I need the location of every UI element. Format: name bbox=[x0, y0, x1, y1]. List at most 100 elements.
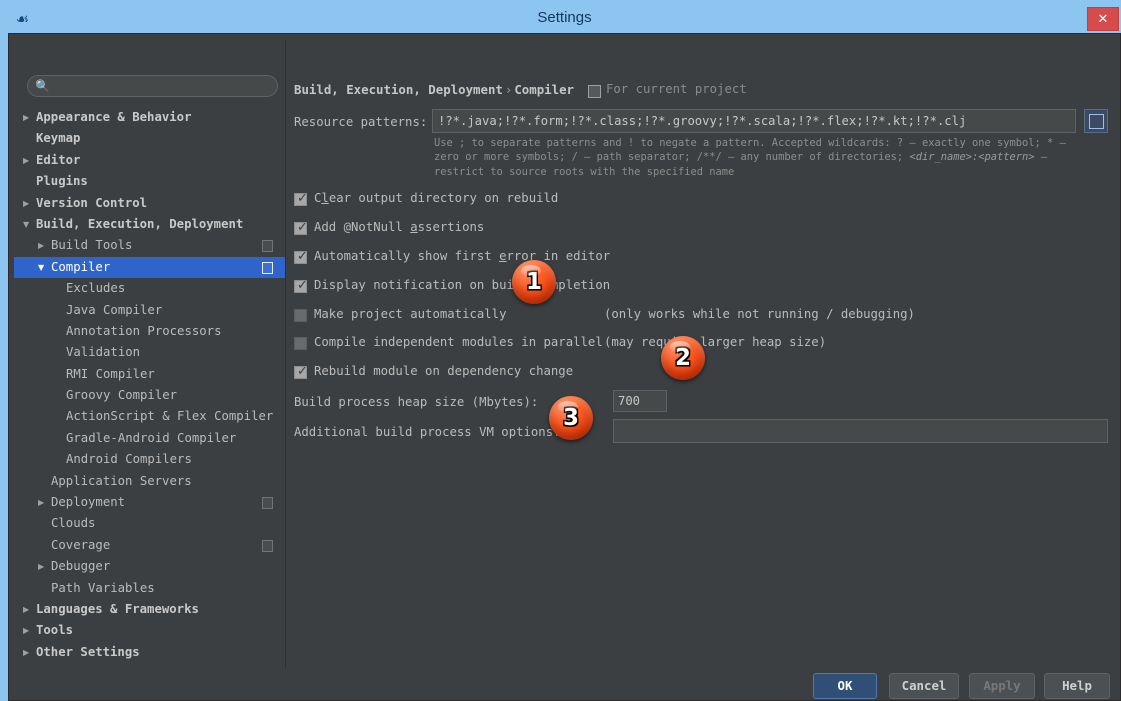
resource-patterns-label: Resource patterns: bbox=[294, 115, 427, 129]
sidebar-item-compiler[interactable]: ▼Compiler bbox=[14, 257, 285, 278]
sidebar-item-deployment[interactable]: ▶Deployment bbox=[14, 492, 285, 513]
chevron-right-icon[interactable]: ▶ bbox=[23, 156, 33, 166]
sidebar-item-label: RMI Compiler bbox=[66, 364, 155, 385]
sidebar-item-application-servers[interactable]: Application Servers bbox=[14, 471, 285, 492]
sidebar-item-label: Coverage bbox=[51, 535, 110, 556]
sidebar-item-build-tools[interactable]: ▶Build Tools bbox=[14, 235, 285, 256]
checkbox-note: (may require larger heap size) bbox=[604, 335, 826, 349]
help-button[interactable]: Help bbox=[1044, 673, 1110, 699]
annotation-badge-number: 1 bbox=[512, 260, 556, 304]
checkbox-checked-icon[interactable]: ✓ bbox=[294, 222, 307, 235]
chevron-down-icon[interactable]: ▼ bbox=[38, 263, 48, 273]
sidebar-item-appearance-behavior[interactable]: ▶Appearance & Behavior bbox=[14, 107, 285, 128]
breadcrumb-leaf: Compiler bbox=[514, 82, 574, 97]
sidebar-item-java-compiler[interactable]: Java Compiler bbox=[14, 300, 285, 321]
checkbox-label: Clear output directory on rebuild bbox=[314, 191, 558, 205]
sidebar-item-label: ActionScript & Flex Compiler bbox=[66, 406, 273, 427]
checkbox-label: Automatically show first error in editor bbox=[314, 249, 610, 263]
sidebar-item-android-compilers[interactable]: Android Compilers bbox=[14, 449, 285, 470]
sidebar-item-label: Tools bbox=[36, 620, 73, 641]
annotation-badge-1: 1 bbox=[512, 260, 556, 304]
sidebar-item-gradle-android-compiler[interactable]: Gradle-Android Compiler bbox=[14, 428, 285, 449]
heap-size-input[interactable] bbox=[613, 390, 667, 412]
sidebar-item-label: Version Control bbox=[36, 193, 147, 214]
chevron-right-icon[interactable]: ▶ bbox=[38, 241, 48, 251]
sidebar-item-validation[interactable]: Validation bbox=[14, 342, 285, 363]
apply-button: Apply bbox=[969, 673, 1035, 699]
hint-text-italic: <dir_name>:<pattern> bbox=[909, 151, 1034, 163]
resource-patterns-hint: Use ; to separate patterns and ! to nega… bbox=[434, 136, 1094, 179]
search-box[interactable]: 🔍 bbox=[27, 75, 278, 97]
sidebar-item-plugins[interactable]: Plugins bbox=[14, 171, 285, 192]
sidebar-item-label: Annotation Processors bbox=[66, 321, 221, 342]
project-scope-icon bbox=[261, 261, 273, 273]
sidebar-item-debugger[interactable]: ▶Debugger bbox=[14, 556, 285, 577]
chevron-right-icon[interactable]: ▶ bbox=[23, 199, 33, 209]
vm-options-label: Additional build process VM options: bbox=[294, 425, 561, 439]
sidebar-item-label: Application Servers bbox=[51, 471, 192, 492]
vm-options-input[interactable] bbox=[613, 419, 1108, 443]
sidebar-item-label: Excludes bbox=[66, 278, 125, 299]
sidebar-item-label: Other Settings bbox=[36, 642, 140, 663]
sidebar-item-path-variables[interactable]: Path Variables bbox=[14, 578, 285, 599]
chevron-right-icon[interactable]: ▶ bbox=[23, 113, 33, 123]
checkbox-checked-icon[interactable]: ✓ bbox=[294, 193, 307, 206]
resource-patterns-input[interactable] bbox=[432, 109, 1076, 133]
checkbox-unchecked-icon[interactable] bbox=[294, 337, 307, 350]
chevron-right-icon[interactable]: ▶ bbox=[23, 626, 33, 636]
checkbox-label-post: ssertions bbox=[418, 220, 485, 234]
checkbox-label: Compile independent modules in parallel bbox=[314, 335, 603, 349]
sidebar-item-editor[interactable]: ▶Editor bbox=[14, 150, 285, 171]
chevron-right-icon[interactable]: ▶ bbox=[38, 562, 48, 572]
close-icon[interactable]: ✕ bbox=[1087, 7, 1119, 31]
ok-button[interactable]: OK bbox=[813, 673, 877, 699]
sidebar-item-build-execution-deployment[interactable]: ▼Build, Execution, Deployment bbox=[14, 214, 285, 235]
checkbox-note: (only works while not running / debuggin… bbox=[604, 307, 915, 321]
sidebar-item-label: Languages & Frameworks bbox=[36, 599, 199, 620]
sidebar-item-languages-frameworks[interactable]: ▶Languages & Frameworks bbox=[14, 599, 285, 620]
checkbox-label-pre: Automatically show first bbox=[314, 249, 499, 263]
expand-editor-icon[interactable] bbox=[1084, 109, 1108, 133]
sidebar-item-label: Build, Execution, Deployment bbox=[36, 214, 243, 235]
heap-size-label: Build process heap size (Mbytes): bbox=[294, 395, 538, 409]
checkbox-checked-icon[interactable]: ✓ bbox=[294, 280, 307, 293]
sidebar-item-label: Gradle-Android Compiler bbox=[66, 428, 236, 449]
sidebar-item-rmi-compiler[interactable]: RMI Compiler bbox=[14, 364, 285, 385]
sidebar-item-other-settings[interactable]: ▶Other Settings bbox=[14, 642, 285, 663]
sidebar-item-tools[interactable]: ▶Tools bbox=[14, 620, 285, 641]
chevron-right-icon[interactable]: ▶ bbox=[23, 648, 33, 658]
checkbox-checked-icon[interactable]: ✓ bbox=[294, 251, 307, 264]
sidebar-item-label: Build Tools bbox=[51, 235, 132, 256]
checkbox-label: Display notification on build completion bbox=[314, 278, 610, 292]
sidebar-item-label: Deployment bbox=[51, 492, 125, 513]
sidebar-item-coverage[interactable]: Coverage bbox=[14, 535, 285, 556]
dialog-footer: OK Cancel Apply Help bbox=[14, 673, 1115, 697]
sidebar-item-label: Plugins bbox=[36, 171, 88, 192]
annotation-badge-3: 3 bbox=[549, 396, 593, 440]
sidebar-item-label: Path Variables bbox=[51, 578, 155, 599]
breadcrumb-root[interactable]: Build, Execution, Deployment bbox=[294, 82, 503, 97]
breadcrumb: Build, Execution, Deployment›Compiler bbox=[294, 82, 574, 97]
sidebar-item-keymap[interactable]: Keymap bbox=[14, 128, 285, 149]
sidebar-item-annotation-processors[interactable]: Annotation Processors bbox=[14, 321, 285, 342]
search-input[interactable] bbox=[54, 78, 273, 96]
sidebar-item-excludes[interactable]: Excludes bbox=[14, 278, 285, 299]
breadcrumb-separator: › bbox=[503, 82, 514, 97]
sidebar-item-clouds[interactable]: Clouds bbox=[14, 513, 285, 534]
checkbox-unchecked-icon[interactable] bbox=[294, 309, 307, 322]
cancel-button[interactable]: Cancel bbox=[889, 673, 959, 699]
sidebar-item-actionscript-flex-compiler[interactable]: ActionScript & Flex Compiler bbox=[14, 406, 285, 427]
project-scope-icon bbox=[261, 496, 273, 508]
settings-tree: ▶Appearance & BehaviorKeymap▶EditorPlugi… bbox=[14, 107, 285, 663]
sidebar-item-version-control[interactable]: ▶Version Control bbox=[14, 193, 285, 214]
sidebar-item-label: Keymap bbox=[36, 128, 80, 149]
project-scope-icon bbox=[588, 85, 601, 98]
chevron-right-icon[interactable]: ▶ bbox=[38, 498, 48, 508]
chevron-down-icon[interactable]: ▼ bbox=[23, 220, 33, 230]
checkbox-checked-icon[interactable]: ✓ bbox=[294, 366, 307, 379]
sidebar-item-groovy-compiler[interactable]: Groovy Compiler bbox=[14, 385, 285, 406]
checkbox-label-mnemonic: e bbox=[499, 249, 506, 263]
window-titlebar: ☙ Settings ✕ bbox=[4, 4, 1121, 36]
chevron-right-icon[interactable]: ▶ bbox=[23, 605, 33, 615]
sidebar-item-label: Groovy Compiler bbox=[66, 385, 177, 406]
